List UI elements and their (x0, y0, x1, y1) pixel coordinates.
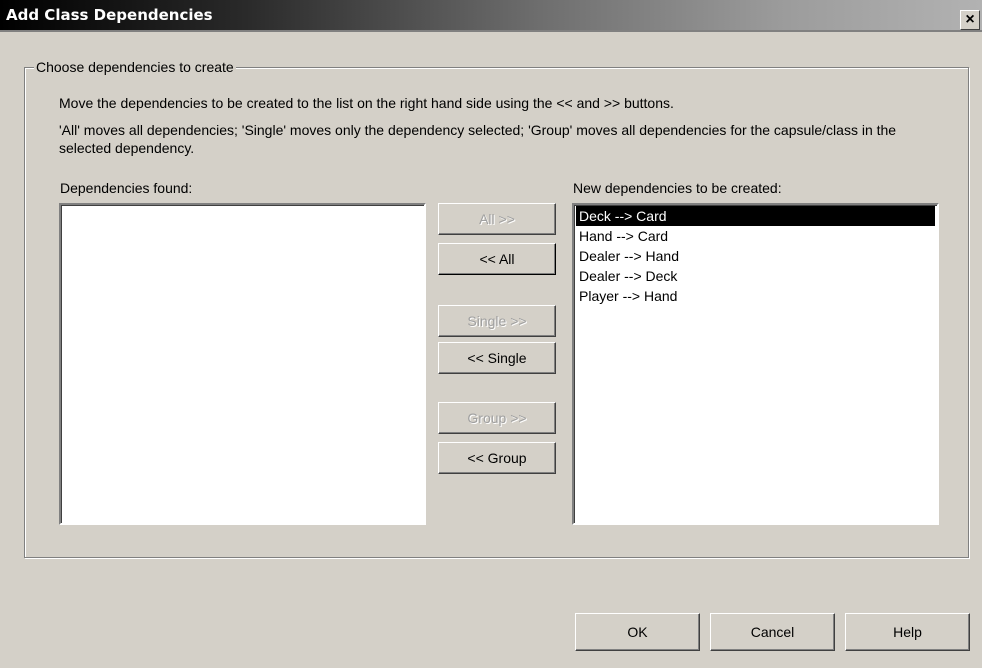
move-all-right-button[interactable]: All >> (438, 203, 556, 235)
list-item[interactable]: Dealer --> Deck (576, 266, 935, 286)
help-button[interactable]: Help (845, 613, 970, 651)
list-item[interactable]: Dealer --> Hand (576, 246, 935, 266)
close-icon: × (965, 11, 975, 28)
groupbox-legend: Choose dependencies to create (34, 59, 236, 75)
cancel-button[interactable]: Cancel (710, 613, 835, 651)
move-group-right-button[interactable]: Group >> (438, 402, 556, 434)
window-title: Add Class Dependencies (6, 6, 213, 24)
new-dependencies-list[interactable]: Deck --> Card Hand --> Card Dealer --> H… (572, 203, 939, 525)
instruction-move: Move the dependencies to be created to t… (59, 95, 674, 111)
dependencies-found-label: Dependencies found: (60, 180, 193, 196)
ok-button[interactable]: OK (575, 613, 700, 651)
move-single-left-button[interactable]: << Single (438, 342, 556, 374)
instruction-modes: 'All' moves all dependencies; 'Single' m… (59, 122, 897, 156)
title-bar: Add Class Dependencies × (0, 0, 982, 32)
list-item[interactable]: Deck --> Card (576, 206, 935, 226)
move-single-right-button[interactable]: Single >> (438, 305, 556, 337)
list-item[interactable]: Player --> Hand (576, 286, 935, 306)
move-all-left-button[interactable]: << All (438, 243, 556, 275)
close-button[interactable]: × (960, 10, 980, 30)
list-item[interactable]: Hand --> Card (576, 226, 935, 246)
dependencies-found-list[interactable] (59, 203, 426, 525)
new-dependencies-label: New dependencies to be created: (573, 180, 782, 196)
move-group-left-button[interactable]: << Group (438, 442, 556, 474)
